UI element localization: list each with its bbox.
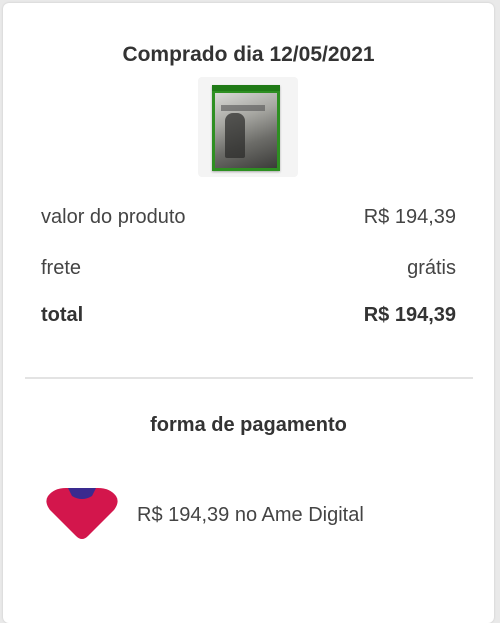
cover-logo	[221, 105, 265, 111]
product-thumbnail[interactable]	[198, 77, 298, 177]
order-summary-card: Comprado dia 12/05/2021 valor do produto…	[3, 3, 494, 623]
total-row: total R$ 194,39	[41, 304, 456, 327]
cover-artwork	[215, 93, 277, 168]
game-cover-image	[212, 85, 280, 171]
ame-digital-icon	[44, 486, 120, 542]
shipping-value: grátis	[407, 257, 456, 279]
purchase-date-title: Comprado dia 12/05/2021	[122, 43, 375, 66]
cover-header-band	[212, 85, 280, 91]
product-price-label: valor do produto	[41, 206, 186, 228]
shipping-row: frete grátis	[41, 257, 456, 280]
cover-figure	[225, 113, 245, 158]
product-price-value: R$ 194,39	[363, 206, 456, 228]
total-label: total	[41, 304, 84, 326]
shipping-label: frete	[41, 257, 82, 279]
product-price-row: valor do produto R$ 194,39	[41, 206, 456, 229]
payment-method-text: R$ 194,39 no Ame Digital	[137, 504, 364, 526]
total-value: R$ 194,39	[363, 304, 456, 326]
payment-method-title: forma de pagamento	[150, 414, 347, 436]
section-divider	[25, 377, 473, 379]
